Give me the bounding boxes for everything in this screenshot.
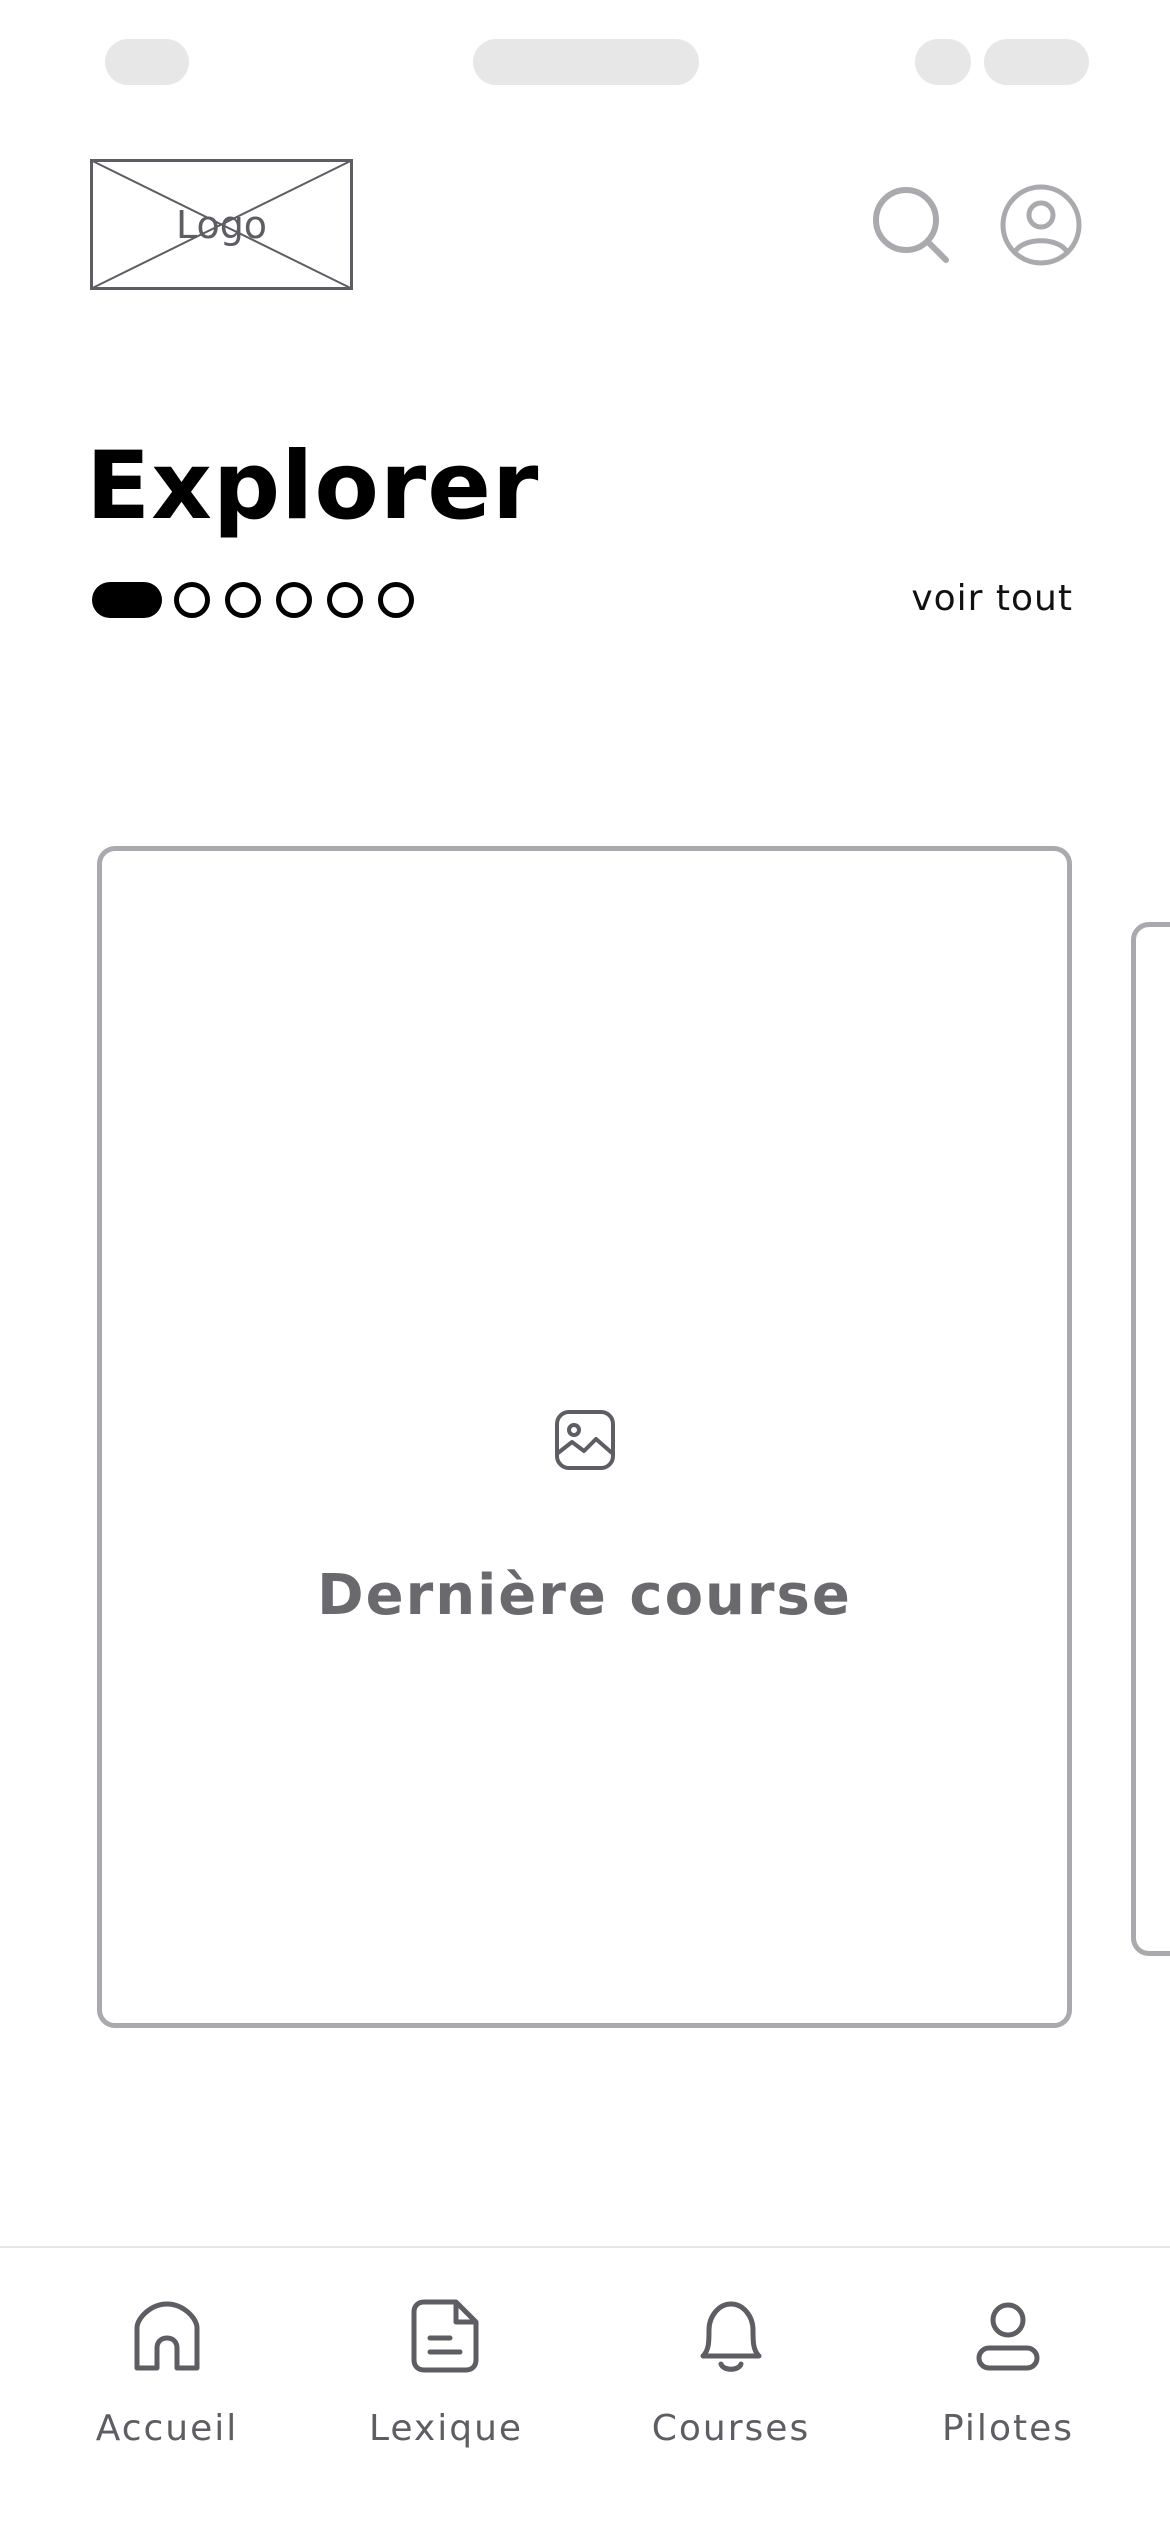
card-title: Dernière course: [317, 1563, 852, 1628]
search-icon[interactable]: [868, 182, 954, 268]
image-icon: [555, 1410, 615, 1470]
see-all-link[interactable]: voir tout: [911, 578, 1073, 619]
nav-label: Lexique: [368, 2408, 524, 2449]
bottom-nav: Accueil Lexique Courses Pilotes: [0, 2246, 1170, 2532]
nav-item-courses[interactable]: Courses: [611, 2288, 851, 2468]
app-screen: Logo Explorer voir tout Dernière course: [0, 0, 1170, 2532]
nav-item-lexique[interactable]: Lexique: [326, 2288, 566, 2468]
logo-label: Logo: [175, 202, 268, 247]
user-icon: [976, 2302, 1040, 2371]
nav-label: Courses: [651, 2408, 811, 2449]
pager-dot[interactable]: [378, 582, 414, 618]
nav-label: Accueil: [95, 2408, 239, 2449]
user-circle-icon[interactable]: [998, 182, 1084, 268]
page-title: Explorer: [86, 432, 540, 541]
pager-dot[interactable]: [327, 582, 363, 618]
status-signal-placeholder: [915, 39, 971, 85]
pager-dot[interactable]: [225, 582, 261, 618]
pager-dot[interactable]: [276, 582, 312, 618]
carousel-card-latest-race[interactable]: Dernière course: [97, 846, 1072, 2028]
pager-dot[interactable]: [174, 582, 210, 618]
carousel-pager[interactable]: [92, 581, 429, 619]
document-icon: [411, 2299, 479, 2373]
carousel-card-next[interactable]: [1131, 922, 1170, 1956]
status-time-placeholder: [105, 39, 189, 85]
home-icon: [134, 2301, 200, 2371]
status-battery-placeholder: [984, 39, 1089, 85]
pager-dot-active[interactable]: [92, 582, 162, 618]
bell-icon: [700, 2301, 762, 2372]
nav-item-pilotes[interactable]: Pilotes: [888, 2288, 1128, 2468]
nav-label: Pilotes: [942, 2408, 1074, 2449]
status-notch-placeholder: [473, 39, 699, 85]
nav-item-accueil[interactable]: Accueil: [47, 2288, 287, 2468]
logo-placeholder[interactable]: Logo: [90, 159, 353, 290]
